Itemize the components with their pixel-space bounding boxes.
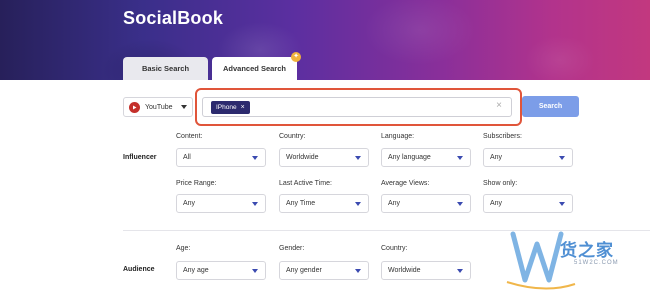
search-button[interactable]: Search	[522, 96, 579, 117]
average-views-dropdown[interactable]: Any	[381, 194, 471, 213]
gender-dropdown[interactable]: Any gender	[279, 261, 369, 280]
chevron-down-icon	[181, 105, 187, 109]
audience-country-value: Worldwide	[388, 267, 421, 274]
audience-section-label: Audience	[123, 266, 155, 273]
last-active-value: Any Time	[286, 200, 316, 207]
chevron-down-icon	[559, 202, 565, 206]
content-label: Content:	[176, 133, 203, 140]
chevron-down-icon	[457, 269, 463, 273]
price-range-dropdown[interactable]: Any	[176, 194, 266, 213]
content-dropdown[interactable]: All	[176, 148, 266, 167]
clear-search-icon[interactable]: ×	[496, 101, 502, 111]
content-value: All	[183, 154, 191, 161]
last-active-dropdown[interactable]: Any Time	[279, 194, 369, 213]
show-only-dropdown[interactable]: Any	[483, 194, 573, 213]
age-dropdown[interactable]: Any age	[176, 261, 266, 280]
price-range-value: Any	[183, 200, 196, 207]
country-label: Country:	[279, 133, 306, 140]
tab-basic-search[interactable]: Basic Search	[123, 57, 208, 80]
keyword-chip: IPhone ×	[211, 101, 250, 114]
age-value: Any age	[183, 267, 209, 274]
influencer-section-label: Influencer	[123, 154, 157, 161]
chevron-down-icon	[559, 156, 565, 160]
audience-country-dropdown[interactable]: Worldwide	[381, 261, 471, 280]
last-active-label: Last Active Time:	[279, 180, 332, 187]
hero-banner: SocialBook	[0, 0, 650, 80]
watermark-subtext: 51W2C.COM	[574, 260, 619, 266]
chevron-down-icon	[355, 269, 361, 273]
keyword-chip-label: IPhone	[216, 104, 237, 111]
language-label: Language:	[381, 133, 415, 140]
chevron-down-icon	[355, 156, 361, 160]
country-value: Worldwide	[286, 154, 319, 161]
chevron-down-icon	[252, 269, 258, 273]
chevron-down-icon	[252, 202, 258, 206]
keyword-search-input[interactable]: IPhone × ×	[202, 97, 512, 117]
subscribers-label: Subscribers:	[483, 133, 522, 140]
price-range-label: Price Range:	[176, 180, 217, 187]
watermark-text: 货之家	[560, 241, 614, 261]
show-only-label: Show only:	[483, 180, 518, 187]
subscribers-value: Any	[490, 154, 503, 161]
gender-label: Gender:	[279, 245, 305, 252]
subscribers-dropdown[interactable]: Any	[483, 148, 573, 167]
chevron-down-icon	[252, 156, 258, 160]
platform-select[interactable]: YouTube	[123, 97, 193, 117]
chip-remove-icon[interactable]: ×	[241, 104, 245, 111]
chevron-down-icon	[355, 202, 361, 206]
age-label: Age:	[176, 245, 191, 252]
platform-select-value: YouTube	[145, 103, 173, 111]
country-dropdown[interactable]: Worldwide	[279, 148, 369, 167]
audience-country-label: Country:	[381, 245, 408, 252]
chevron-down-icon	[457, 156, 463, 160]
show-only-value: Any	[490, 200, 503, 207]
chevron-down-icon	[457, 202, 463, 206]
language-dropdown[interactable]: Any language	[381, 148, 471, 167]
tab-advanced-search[interactable]: Advanced Search	[212, 57, 297, 80]
premium-badge-icon: ✦	[291, 52, 301, 62]
brand-logo-text: SocialBook	[123, 8, 224, 28]
average-views-value: Any	[388, 200, 401, 207]
youtube-icon	[129, 101, 140, 113]
language-value: Any language	[388, 154, 431, 161]
gender-value: Any gender	[286, 267, 322, 274]
average-views-label: Average Views:	[381, 180, 430, 187]
